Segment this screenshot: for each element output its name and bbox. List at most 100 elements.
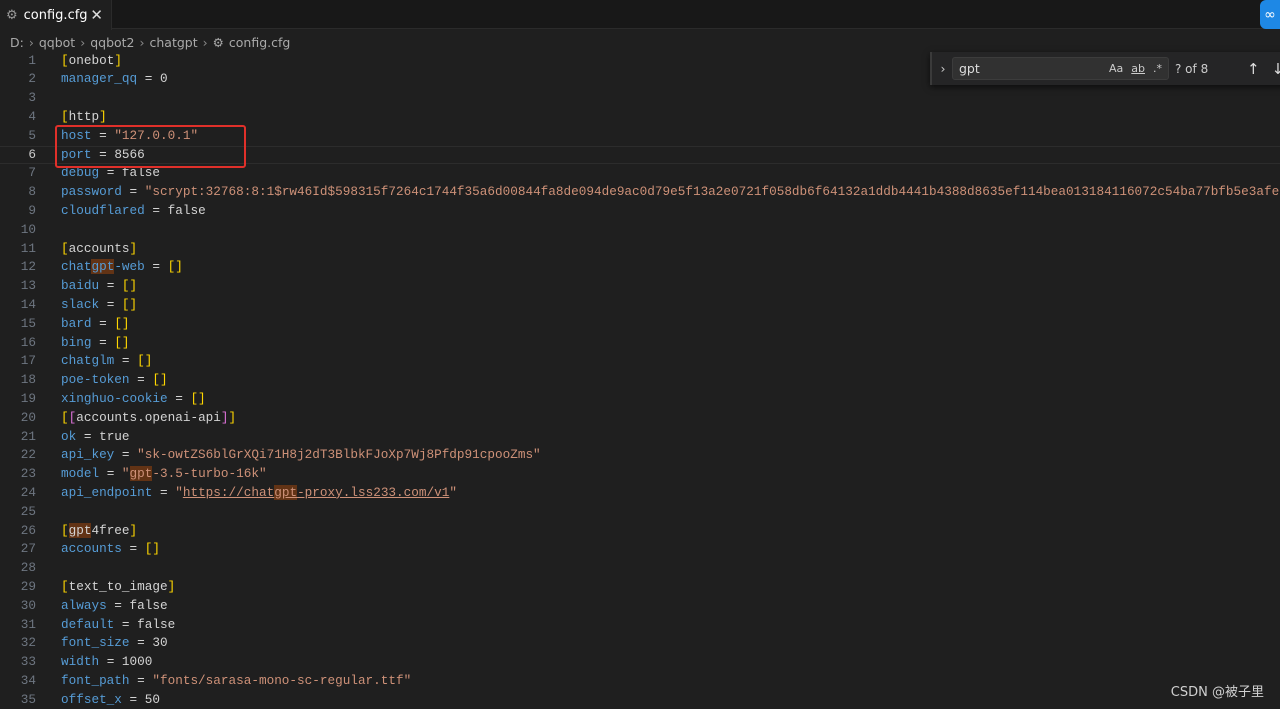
line-content: bing = []	[61, 334, 130, 353]
code-line[interactable]: 34 font_path = "fonts/sarasa-mono-sc-regu…	[0, 672, 1280, 691]
code-line[interactable]: 27 accounts = []	[0, 540, 1280, 559]
code-line[interactable]: 29 [text_to_image]	[0, 578, 1280, 597]
url-token[interactable]: https://chat	[183, 485, 274, 500]
code-line[interactable]: 17 chatglm = []	[0, 352, 1280, 371]
operator-token: =	[144, 259, 168, 275]
toggle-replace-chevron-icon[interactable]: ›	[934, 61, 952, 76]
line-number: 13	[20, 278, 36, 294]
string-token: "	[449, 484, 457, 500]
watermark: CSDN @被子里	[1170, 685, 1264, 700]
line-content: font_path = "fonts/sarasa-mono-sc-regula…	[61, 672, 411, 691]
chevron-right-icon: ›	[80, 34, 86, 50]
line-number: 19	[20, 390, 36, 406]
breadcrumb-drive[interactable]: D:	[10, 35, 24, 50]
operator-token: =	[99, 296, 122, 312]
code-line[interactable]: 16 bing = []	[0, 334, 1280, 353]
string-token: "	[175, 484, 183, 500]
bracket-token: []	[137, 353, 153, 369]
whole-word-button[interactable]: ab	[1131, 62, 1145, 75]
line-content: api_endpoint = "https://chatgpt-proxy.ls…	[61, 484, 457, 503]
code-line[interactable]: 24 api_endpoint = "https://chatgpt-proxy.…	[0, 484, 1280, 503]
value-token: 30	[152, 635, 168, 651]
breadcrumb-qqbot2[interactable]: qqbot2	[90, 35, 134, 50]
match-case-button[interactable]: Aa	[1109, 62, 1123, 75]
line-content: baidu = []	[61, 277, 137, 296]
key-token: password	[61, 184, 122, 200]
code-line[interactable]: 18 poe-token = []	[0, 371, 1280, 390]
breadcrumb-qqbot[interactable]: qqbot	[39, 35, 75, 50]
code-line[interactable]: 30 always = false	[0, 597, 1280, 616]
link-extension-icon[interactable]: ∞	[1260, 0, 1280, 29]
code-line[interactable]: 31 default = false	[0, 616, 1280, 635]
search-match-highlight[interactable]: gpt	[274, 484, 298, 500]
code-line[interactable]: 25	[0, 503, 1280, 522]
operator-token: =	[129, 672, 153, 688]
value-token: 0	[159, 71, 168, 87]
string-token: "fonts/sarasa-mono-sc-regular.ttf"	[152, 672, 412, 688]
line-number: 6	[28, 146, 36, 162]
code-line[interactable]: 22 api_key = "sk-owtZS6blGrXQi71H8j2dT3Bl…	[0, 446, 1280, 465]
line-number: 27	[20, 541, 36, 557]
key-token: chatglm	[61, 353, 115, 369]
bracket-token: [	[61, 108, 69, 124]
line-number: 25	[20, 503, 36, 519]
breadcrumb-file[interactable]: config.cfg	[229, 35, 290, 50]
code-line[interactable]: 19 xinghuo-cookie = []	[0, 390, 1280, 409]
previous-match-icon[interactable]: ↑	[1247, 60, 1260, 78]
string-token: "sk-owtZS6blGrXQi71H8j2dT3BlbkFJoXp7Wj8P…	[137, 447, 541, 463]
code-line[interactable]: 33 width = 1000	[0, 653, 1280, 672]
line-content: api_key = "sk-owtZS6blGrXQi71H8j2dT3Blbk…	[61, 446, 541, 465]
gear-icon: ⚙	[6, 7, 18, 23]
code-line[interactable]: 10	[0, 221, 1280, 240]
key-token: slack	[61, 296, 100, 312]
breadcrumb: D: › qqbot › qqbot2 › chatgpt › ⚙ config.cfg	[10, 33, 290, 51]
code-line[interactable]: 13 baidu = []	[0, 277, 1280, 296]
bracket-token: ]	[228, 409, 237, 425]
section-token: http	[68, 108, 100, 124]
bracket-token: [	[61, 578, 69, 594]
code-line[interactable]: 15 bard = []	[0, 315, 1280, 334]
line-number: 1	[28, 52, 36, 68]
breadcrumb-chatgpt[interactable]: chatgpt	[150, 35, 198, 50]
code-line[interactable]: 35 offset_x = 50	[0, 691, 1280, 709]
tab-config-cfg[interactable]: ⚙ config.cfg ✕	[0, 0, 112, 30]
key-token: api_key	[61, 447, 115, 463]
code-line[interactable]: 20 [[accounts.openai-api]]	[0, 409, 1280, 428]
code-line[interactable]: 12 chatgpt-web = []	[0, 258, 1280, 277]
search-match-highlight: gpt	[91, 259, 115, 275]
next-match-icon[interactable]: ↓	[1272, 60, 1280, 78]
code-line[interactable]: 26 [gpt4free]	[0, 522, 1280, 541]
line-number: 24	[20, 484, 36, 500]
code-line[interactable]: 9 cloudflared = false	[0, 202, 1280, 221]
url-token[interactable]: -proxy.lss233.com/v1	[297, 485, 449, 500]
find-input[interactable]: gpt Aa ab .*	[952, 57, 1169, 80]
code-line[interactable]: 4 [http]	[0, 108, 1280, 127]
key-token: ok	[61, 428, 77, 444]
value-token: 1000	[121, 654, 153, 670]
code-line[interactable]: 32 font_size = 30	[0, 634, 1280, 653]
regex-button[interactable]: .*	[1153, 62, 1162, 75]
code-line[interactable]: 21 ok = true	[0, 428, 1280, 447]
bracket-token: []	[121, 278, 138, 294]
operator-token: =	[137, 71, 160, 87]
key-token: model	[61, 466, 100, 482]
code-line[interactable]: 14 slack = []	[0, 296, 1280, 315]
operator-token: =	[129, 635, 153, 651]
bracket-token: ]	[220, 409, 229, 425]
close-icon[interactable]: ✕	[90, 6, 103, 24]
value-token: false	[129, 597, 168, 613]
key-token: bing	[61, 334, 92, 350]
line-content: chatgpt-web = []	[61, 258, 183, 277]
line-number: 23	[20, 466, 36, 482]
line-number: 8	[28, 184, 36, 200]
code-line[interactable]: 23 model = "gpt-3.5-turbo-16k"	[0, 465, 1280, 484]
line-content: [[accounts.openai-api]]	[61, 409, 236, 428]
code-line[interactable]: 11 [accounts]	[0, 240, 1280, 259]
line-number: 12	[20, 259, 36, 275]
chevron-right-icon: ›	[139, 34, 145, 50]
code-line[interactable]: 8 password = "scrypt:32768:8:1$rw46Id$598…	[0, 183, 1280, 202]
key-token: baidu	[61, 278, 100, 294]
code-line[interactable]: 28	[0, 559, 1280, 578]
code-line[interactable]: 3	[0, 89, 1280, 108]
bracket-token: ]	[167, 578, 176, 594]
